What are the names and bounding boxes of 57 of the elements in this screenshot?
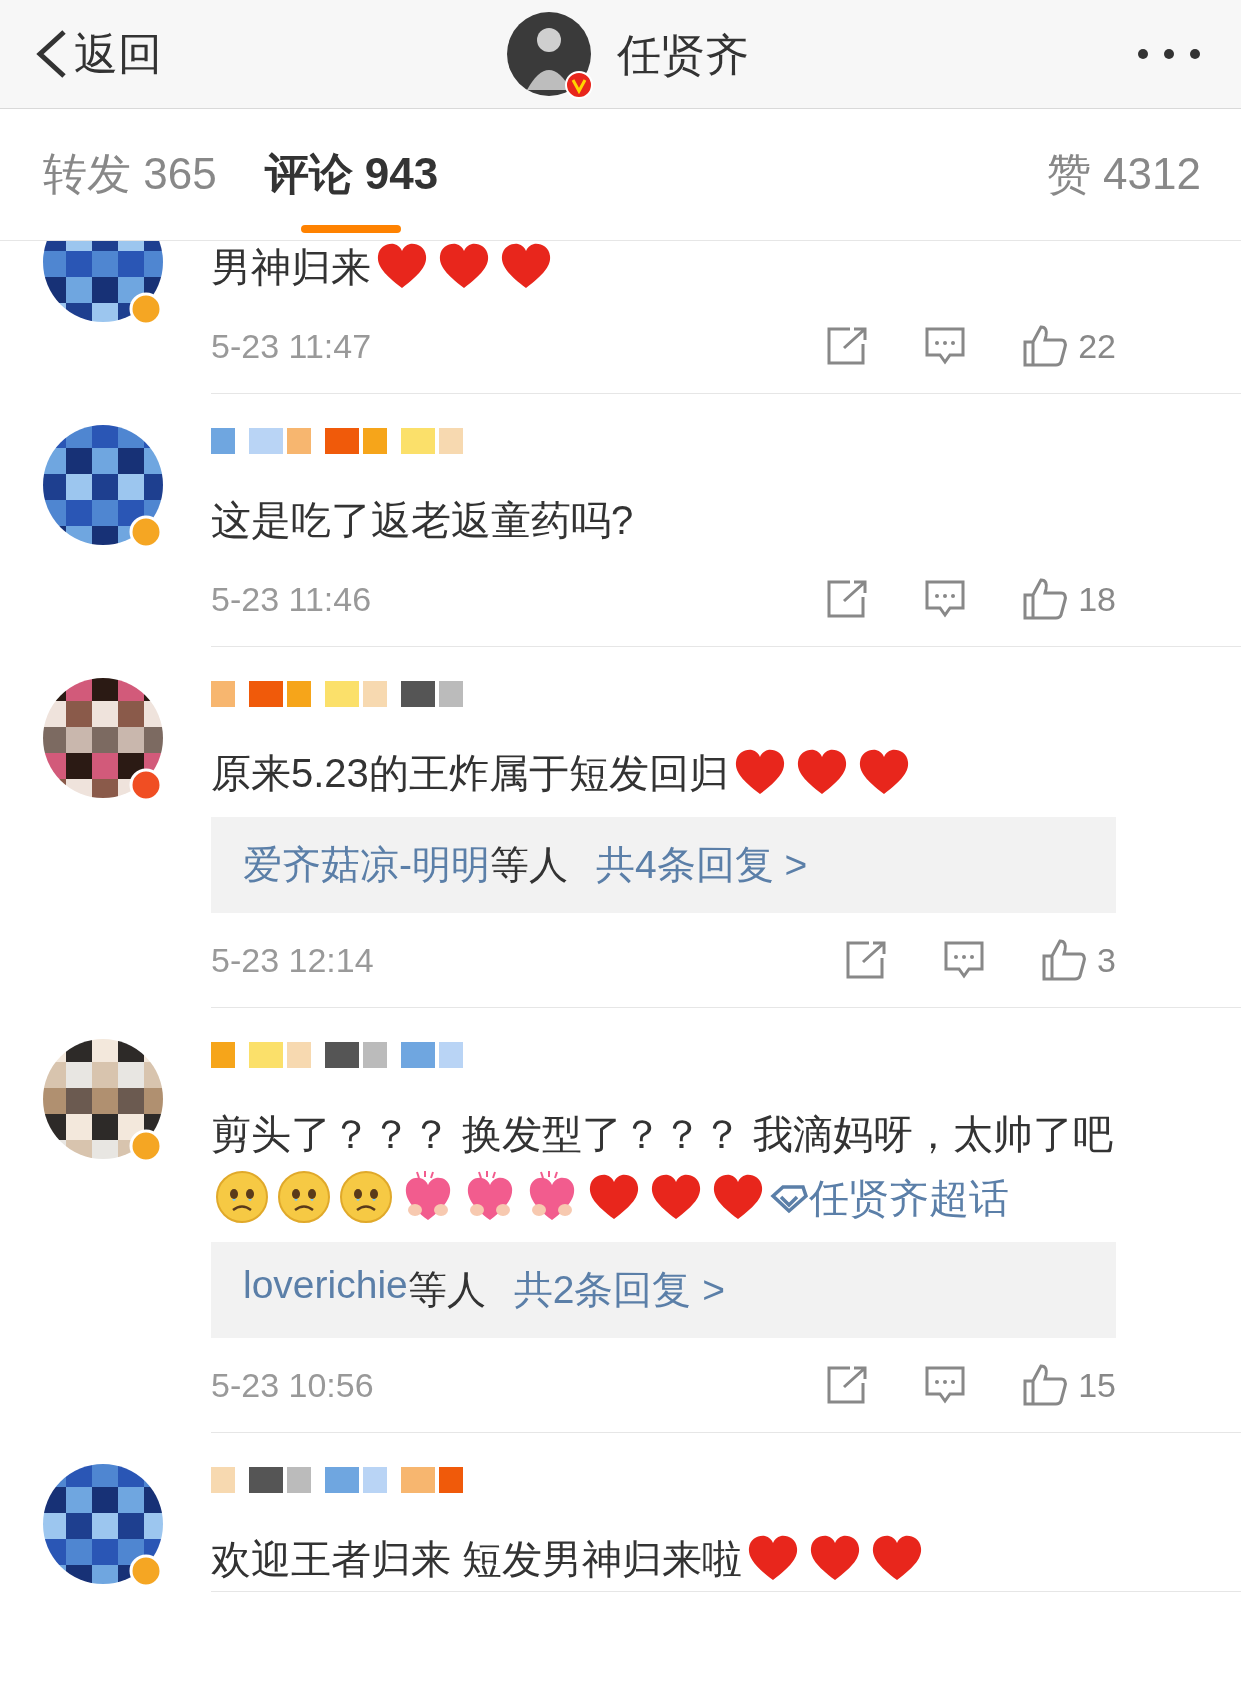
heart-emoji-icon: [375, 241, 429, 291]
replies-panel[interactable]: 爱齐菇凉-明明等人 共4条回复 >: [211, 817, 1116, 913]
comment-text: 男神归来: [211, 241, 1241, 299]
avatar[interactable]: [43, 241, 163, 322]
sad-face-emoji-icon: [215, 1170, 269, 1224]
replies-panel[interactable]: loverichie等人 共2条回复 >: [211, 1242, 1116, 1338]
share-icon[interactable]: [845, 940, 888, 980]
tab[interactable]: 评论 943: [264, 108, 439, 241]
user-link[interactable]: 爱齐菇凉-明明: [243, 838, 490, 892]
heart-emoji-icon: [711, 1172, 765, 1222]
back-icon: [34, 28, 68, 80]
comment-icon[interactable]: [924, 1365, 967, 1405]
replies-link[interactable]: 共2条回复 >: [513, 1263, 726, 1317]
avatar[interactable]: [43, 678, 163, 798]
tab[interactable]: 赞 4312: [1046, 108, 1201, 241]
timestamp: 5-23 11:46: [211, 579, 372, 619]
comment-text: 剪头了？？？ 换发型了？？？ 我滴妈呀，太帅了吧 任贤齐超话: [211, 1102, 1241, 1230]
heart-emoji-icon: [649, 1172, 703, 1222]
avatar[interactable]: [43, 1464, 163, 1584]
like-count: 15: [1078, 1365, 1116, 1405]
comment-icon[interactable]: [943, 940, 986, 980]
replies-label: 等人: [407, 1267, 486, 1313]
topic-link[interactable]: 任贤齐超话: [769, 1176, 1009, 1220]
like-icon[interactable]: [1022, 577, 1069, 621]
heart-emoji-icon: [587, 1172, 641, 1222]
share-icon[interactable]: [826, 1365, 869, 1405]
avatar[interactable]: [43, 425, 163, 545]
back-button[interactable]: 返回: [34, 24, 162, 84]
comment-icon[interactable]: [924, 579, 967, 619]
like-icon[interactable]: [1022, 1363, 1069, 1407]
replies-label: 等人: [490, 842, 568, 888]
share-icon[interactable]: [826, 579, 869, 619]
comment-icon[interactable]: [924, 326, 967, 366]
sad-face-emoji-icon: [339, 1170, 393, 1224]
like-icon[interactable]: [1022, 324, 1069, 368]
timestamp: 5-23 12:14: [211, 940, 374, 980]
comment-text: 原来5.23的王炸属于短发回归: [211, 741, 1241, 805]
comment-text: 这是吃了返老返童药吗?: [211, 497, 635, 544]
like-icon[interactable]: [1041, 938, 1088, 982]
timestamp: 5-23 11:47: [211, 326, 372, 366]
user-link[interactable]: loverichie: [243, 1263, 408, 1317]
tab[interactable]: 转发 365: [43, 108, 217, 241]
heart-emoji-icon: [437, 241, 491, 291]
sad-face-emoji-icon: [277, 1170, 331, 1224]
profile-name: 任贤齐: [617, 28, 749, 81]
replies-link[interactable]: 共4条回复 >: [596, 838, 808, 892]
timestamp: 5-23 10:56: [211, 1365, 374, 1405]
more-icon[interactable]: [1137, 47, 1201, 61]
like-count: 22: [1078, 326, 1116, 366]
avatar[interactable]: [43, 1039, 163, 1159]
heart-emoji-icon: [499, 241, 553, 291]
diamond-icon: [769, 1184, 809, 1214]
like-count: 3: [1097, 940, 1116, 980]
comment-text: 欢迎王者归来 短发男神归来啦: [211, 1527, 1241, 1591]
like-count: 18: [1078, 579, 1116, 619]
share-icon[interactable]: [826, 326, 869, 366]
profile-avatar[interactable]: [507, 12, 591, 96]
